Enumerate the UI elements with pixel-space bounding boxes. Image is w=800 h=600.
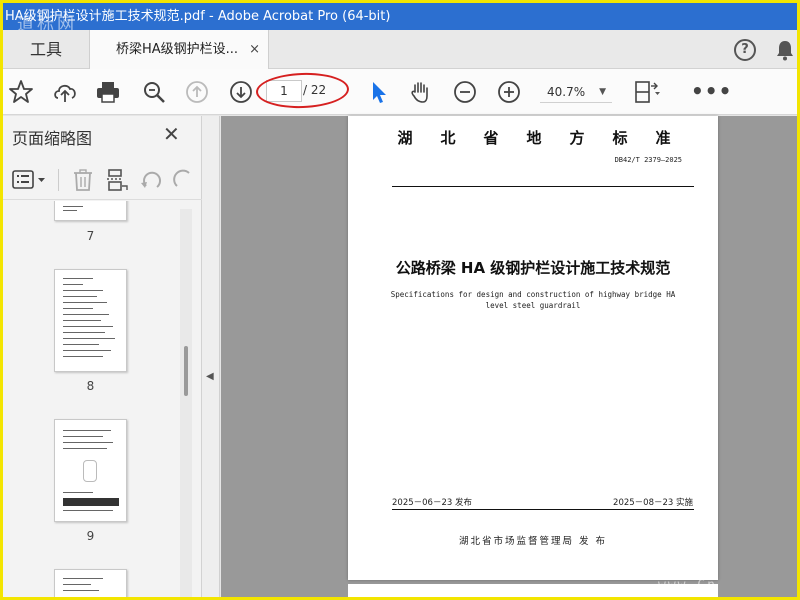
zoom-level-value: 40.7% — [547, 85, 586, 99]
thumb-text-line — [63, 448, 107, 449]
thumb-text-line — [63, 436, 103, 437]
panel-close-icon[interactable]: ✕ — [163, 122, 180, 146]
doc-release-date: 2025－06－23 发布 — [392, 498, 472, 508]
window-title: HA级钢护栏设计施工技术规范.pdf - Adobe Acrobat Pro (… — [5, 9, 391, 24]
thumbnail-page[interactable] — [54, 269, 127, 372]
thumb-figure — [83, 460, 97, 482]
thumb-text-line — [63, 210, 77, 211]
thumb-text-line — [63, 430, 111, 431]
next-page-icon[interactable] — [227, 78, 255, 106]
chevron-down-icon: ▼ — [599, 87, 606, 97]
doc-implement-date: 2025－08－23 实施 — [613, 498, 693, 508]
more-options-icon[interactable]: ••• — [691, 79, 732, 103]
thumb-text-line — [63, 356, 103, 357]
thumb-text-line — [63, 314, 109, 315]
tab-bar: 工具 桥梁HA级钢护栏设... × ? — [3, 30, 797, 69]
thumb-text-line — [63, 302, 107, 303]
thumbnail-list: 7 8 9 — [3, 201, 195, 597]
zoom-in-icon[interactable] — [495, 78, 523, 106]
thumbnail-scrollbar[interactable] — [180, 209, 192, 597]
thumbnail-panel: 页面缩略图 ✕ 7 8 9 — [3, 116, 202, 597]
thumb-text-line — [63, 290, 103, 291]
panel-collapse-strip[interactable]: ◀ — [202, 116, 220, 597]
print-icon[interactable] — [94, 78, 122, 106]
thumbnail-scrollbar-thumb[interactable] — [184, 346, 188, 396]
thumbnail-label: 7 — [86, 229, 95, 243]
doc-divider — [392, 509, 694, 510]
zoom-search-icon[interactable] — [140, 78, 168, 106]
thumb-text-line — [63, 296, 97, 297]
tab-close-icon[interactable]: × — [249, 30, 260, 69]
rotate-right-icon[interactable] — [171, 169, 191, 191]
thumb-text-line — [63, 584, 91, 585]
app-window: HA级钢护栏设计施工技术规范.pdf - Adobe Acrobat Pro (… — [0, 0, 800, 600]
thumb-text-line — [63, 320, 101, 321]
doc-issuer: 湖北省市场监督管理局 发 布 — [458, 536, 608, 547]
annotation-ellipse — [255, 71, 350, 110]
extract-pages-icon[interactable] — [105, 168, 129, 192]
thumb-text-line — [63, 344, 99, 345]
cloud-upload-icon[interactable] — [51, 78, 79, 106]
tab-document[interactable]: 桥梁HA级钢护栏设... × — [89, 30, 269, 69]
thumbnail-page[interactable] — [54, 419, 127, 522]
thumb-text-line — [63, 590, 99, 591]
tab-document-label: 桥梁HA级钢护栏设... — [116, 42, 239, 57]
thumb-text-line — [63, 578, 103, 579]
title-bar: HA级钢护栏设计施工技术规范.pdf - Adobe Acrobat Pro (… — [3, 3, 797, 30]
thumb-table — [63, 498, 119, 506]
hand-tool-icon[interactable] — [407, 78, 435, 106]
thumb-text-line — [63, 338, 115, 339]
thumbnail-page[interactable] — [54, 569, 127, 597]
zoom-level-select[interactable]: 40.7% ▼ — [540, 81, 612, 103]
doc-divider — [392, 186, 694, 187]
thumb-text-line — [63, 278, 93, 279]
help-icon[interactable]: ? — [734, 39, 756, 61]
main-toolbar: 1 / 22 40.7% ▼ ••• — [3, 69, 797, 115]
star-icon[interactable] — [7, 78, 35, 106]
thumb-text-line — [63, 510, 113, 511]
thumb-text-line — [63, 442, 113, 443]
pdf-page-next — [348, 584, 718, 597]
thumb-text-line — [63, 326, 113, 327]
thumb-text-line — [63, 492, 93, 493]
thumb-text-line — [63, 308, 93, 309]
doc-province-header: 湖北省地方标准 — [397, 129, 699, 147]
thumbnail-page[interactable] — [54, 201, 127, 221]
bell-icon[interactable] — [775, 39, 795, 61]
thumb-text-line — [63, 350, 111, 351]
doc-title: 公路桥梁 HA 级钢护栏设计施工技术规范 — [395, 259, 671, 277]
doc-english-title: Specifications for design and constructi… — [390, 290, 676, 310]
delete-icon[interactable] — [71, 168, 95, 192]
page-display-icon[interactable] — [633, 78, 661, 106]
panel-title: 页面缩略图 — [12, 129, 93, 148]
select-arrow-icon[interactable] — [365, 78, 393, 106]
pdf-page: 湖北省地方标准 DB42/T 2379—2025 公路桥梁 HA 级钢护栏设计施… — [348, 116, 718, 580]
zoom-out-icon[interactable] — [451, 78, 479, 106]
thumb-text-line — [63, 284, 83, 285]
options-menu-icon[interactable] — [12, 169, 48, 191]
toolbar-divider — [58, 169, 59, 191]
collapse-left-icon[interactable]: ◀ — [206, 371, 214, 382]
tab-tools[interactable]: 工具 — [3, 30, 89, 69]
thumbnail-label: 9 — [86, 529, 95, 543]
thumbnail-label: 8 — [86, 379, 95, 393]
doc-standard-code: DB42/T 2379—2025 — [614, 156, 682, 164]
previous-page-icon[interactable] — [183, 78, 211, 106]
thumb-text-line — [63, 206, 83, 207]
rotate-left-icon[interactable] — [139, 169, 163, 191]
panel-toolbar — [3, 160, 202, 200]
thumb-text-line — [63, 332, 105, 333]
